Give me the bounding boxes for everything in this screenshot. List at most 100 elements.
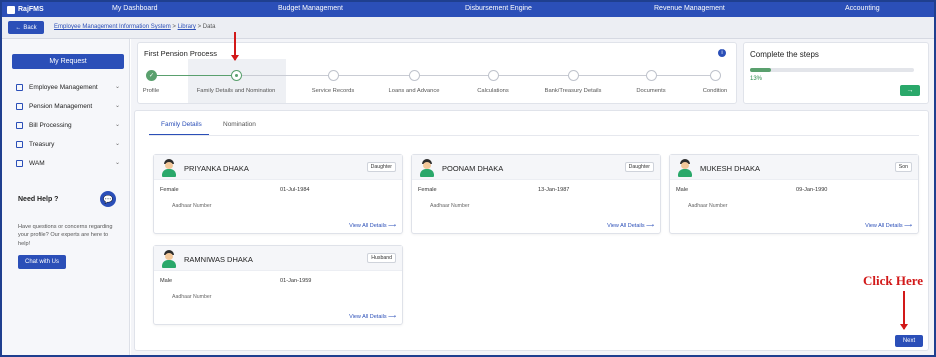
arrow-right-icon: ⟶ [388,223,396,229]
info-icon[interactable]: i [718,49,726,57]
family-member-card: MUKESH DHAKA Son Male 09-Jan-1990 Aadhaa… [669,154,919,234]
doc-icon [16,121,23,129]
arrow-right-icon: ⟶ [388,314,396,320]
active-tab-underline [149,134,209,135]
brand-name: RajFMS [18,6,44,13]
avatar-body [420,169,434,177]
sidebar-item-pension-management[interactable]: Pension Management ⌄ [16,100,120,112]
member-name: RAMNIWAS DHAKA [184,255,253,264]
view-all-details-link[interactable]: View All Details ⟶ [349,314,396,320]
completion-title: Complete the steps [750,50,819,59]
avatar-face [165,162,173,169]
breadcrumb-separator: > [170,24,178,30]
aadhaar-label: Aadhaar Number [688,203,728,209]
step-documents-marker[interactable] [646,70,657,81]
member-name: POONAM DHAKA [442,164,504,173]
my-request-button[interactable]: My Request [12,54,124,69]
step-loans-marker[interactable] [409,70,420,81]
chevron-down-icon: ⌄ [114,160,120,166]
annotation-arrow-next [900,291,908,330]
sidebar-item-label: Employee Management [29,83,98,91]
step-label-profile: Profile [142,88,160,94]
tab-family-details[interactable]: Family Details [161,121,202,128]
family-member-card: POONAM DHAKA Daughter Female 13-Jan-1987… [411,154,661,234]
member-gender: Male [160,278,173,284]
continue-arrow-button[interactable]: → [900,85,920,96]
help-title: Need Help ? [18,196,59,203]
breadcrumb-link-emis[interactable]: Employee Management Information System [54,24,171,30]
member-dob: 01-Jul-1984 [280,187,310,193]
chat-bubble-icon: 💬 [100,191,116,207]
breadcrumb-separator: > [195,24,203,30]
completion-progress-bar [750,68,914,72]
back-label: Back [23,24,37,31]
sidebar-item-label: Treasury [29,140,55,148]
stepper-track-complete [152,75,236,76]
breadcrumb: Employee Management Information System >… [54,24,215,30]
sub-header: ← Back Employee Management Information Sy… [2,17,934,39]
view-link-label: View All Details [865,223,903,229]
sidebar: My Request Employee Management ⌄ Pension … [2,39,130,355]
breadcrumb-current: Data [202,24,216,30]
aadhaar-label: Aadhaar Number [430,203,470,209]
chevron-down-icon: ⌄ [114,84,120,90]
view-all-details-link[interactable]: View All Details ⟶ [349,223,396,229]
member-name: MUKESH DHAKA [700,164,761,173]
step-bank-treasury-marker[interactable] [568,70,579,81]
sidebar-item-label: WAM [29,159,45,167]
nav-accounting[interactable]: Accounting [845,5,880,12]
member-dob: 01-Jan-1959 [280,278,312,284]
sidebar-item-treasury[interactable]: Treasury ⌄ [16,138,120,150]
nav-disbursement-engine[interactable]: Disbursement Engine [465,5,532,12]
sidebar-item-employee-management[interactable]: Employee Management ⌄ [16,81,120,93]
member-name: PRIYANKA DHAKA [184,164,249,173]
view-all-details-link[interactable]: View All Details ⟶ [865,223,912,229]
sidebar-item-bill-processing[interactable]: Bill Processing ⌄ [16,119,120,131]
sidebar-item-wam[interactable]: WAM ⌄ [16,157,120,169]
aadhaar-label: Aadhaar Number [172,203,212,209]
avatar-body [678,169,692,177]
family-member-card: RAMNIWAS DHAKA Husband Male 01-Jan-1959 … [153,245,403,325]
member-gender: Male [676,187,689,193]
nav-revenue-management[interactable]: Revenue Management [654,5,725,12]
relation-badge: Husband [367,253,396,263]
doc-icon [16,83,23,91]
step-service-records-marker[interactable] [328,70,339,81]
brand[interactable]: RajFMS [2,5,112,14]
doc-icon [16,102,23,110]
chat-with-us-button[interactable]: Chat with Us [18,255,66,269]
step-calculations-marker[interactable] [488,70,499,81]
chevron-down-icon: ⌄ [114,141,120,147]
brand-logo-icon [7,5,15,14]
arrow-right-icon: ⟶ [646,223,654,229]
view-link-label: View All Details [607,223,645,229]
step-profile-marker[interactable]: ✓ [146,70,157,81]
member-dob: 13-Jan-1987 [538,187,570,193]
avatar-body [162,260,176,268]
avatar-body [162,169,176,177]
tab-nomination[interactable]: Nomination [223,121,256,128]
family-member-card: PRIYANKA DHAKA Daughter Female 01-Jul-19… [153,154,403,234]
step-condition-marker[interactable] [710,70,721,81]
member-gender: Female [418,187,437,193]
nav-budget-management[interactable]: Budget Management [278,5,343,12]
relation-badge: Son [894,162,912,172]
breadcrumb-link-library[interactable]: Library [178,24,196,30]
chevron-down-icon: ⌄ [114,103,120,109]
step-label-service-records: Service Records [311,88,355,94]
main-content: First Pension Process i ✓ Profile Family… [131,39,934,355]
step-label-condition: Condition [702,88,728,94]
avatar-face [165,253,173,260]
step-family-details-marker[interactable] [231,70,242,81]
nav-my-dashboard[interactable]: My Dashboard [112,5,158,12]
top-navbar: RajFMS My Dashboard Budget Management Di… [2,2,934,17]
back-button[interactable]: ← Back [8,21,44,34]
completion-percent: 13% [750,76,763,82]
avatar [162,250,176,268]
sidebar-item-label: Bill Processing [29,121,72,129]
avatar [162,159,176,177]
next-button[interactable]: Next [895,335,923,347]
sidebar-item-label: Pension Management [29,102,93,110]
view-all-details-link[interactable]: View All Details ⟶ [607,223,654,229]
active-step-highlight [188,59,286,103]
